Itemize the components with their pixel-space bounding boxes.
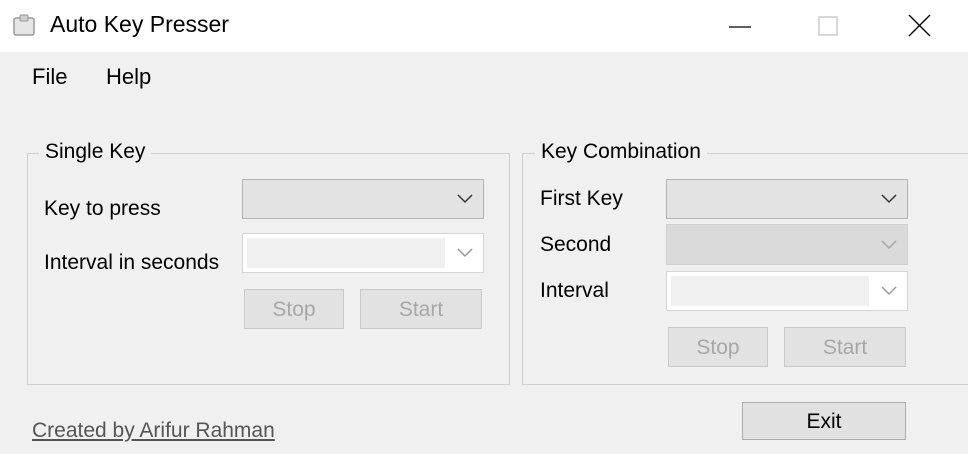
interval-seconds-input[interactable]	[247, 238, 445, 268]
title-bar: Auto Key Presser	[0, 0, 968, 52]
combo-interval-dropdown[interactable]	[666, 271, 908, 311]
chevron-down-icon	[881, 239, 897, 249]
single-key-group-title: Single Key	[39, 140, 152, 164]
second-key-label: Second	[540, 233, 612, 256]
window-title: Auto Key Presser	[50, 11, 229, 37]
key-to-press-dropdown[interactable]	[242, 179, 484, 219]
combo-stop-button[interactable]: Stop	[668, 327, 768, 367]
interval-seconds-dropdown[interactable]	[242, 233, 484, 273]
key-to-press-label: Key to press	[44, 197, 161, 220]
key-combination-group-title: Key Combination	[535, 140, 707, 164]
single-stop-button[interactable]: Stop	[244, 289, 344, 329]
single-start-button[interactable]: Start	[360, 289, 482, 329]
minimize-button[interactable]	[710, 0, 770, 52]
exit-button[interactable]: Exit	[742, 402, 906, 440]
menu-bar: File Help	[0, 52, 968, 100]
menu-help[interactable]: Help	[106, 64, 151, 90]
chevron-down-icon	[457, 248, 473, 258]
combo-interval-input[interactable]	[671, 276, 869, 306]
minimize-icon	[729, 26, 751, 28]
interval-seconds-label: Interval in seconds	[44, 251, 220, 274]
first-key-dropdown[interactable]	[666, 179, 908, 219]
app-icon	[13, 14, 35, 36]
chevron-down-icon	[457, 194, 473, 204]
close-icon	[908, 14, 931, 37]
combo-interval-label: Interval	[540, 279, 609, 302]
first-key-label: First Key	[540, 187, 623, 210]
close-button[interactable]	[890, 0, 950, 52]
maximize-button[interactable]	[798, 0, 858, 52]
chevron-down-icon	[881, 286, 897, 296]
chevron-down-icon	[881, 194, 897, 204]
combo-start-button[interactable]: Start	[784, 327, 906, 367]
maximize-icon	[818, 16, 838, 36]
second-key-dropdown[interactable]	[666, 224, 908, 265]
menu-file[interactable]: File	[32, 64, 67, 90]
credit-link[interactable]: Created by Arifur Rahman	[32, 419, 275, 443]
